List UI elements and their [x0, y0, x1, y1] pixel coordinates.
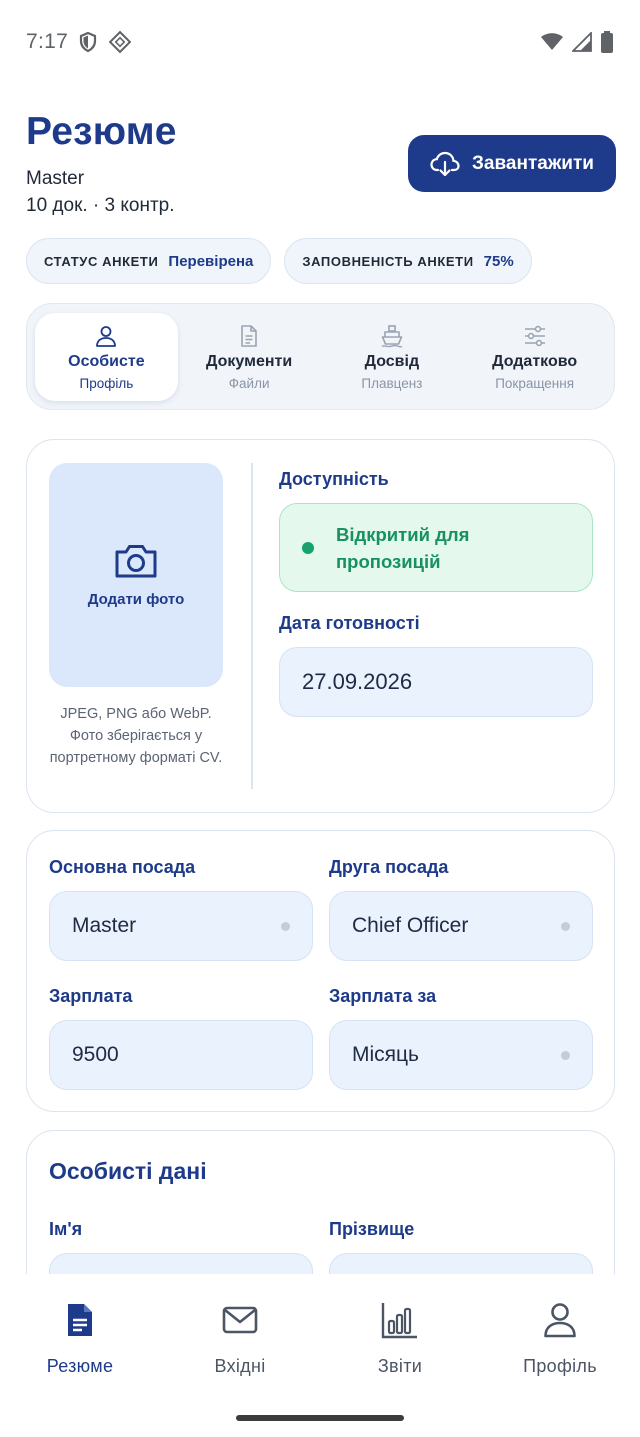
- tab-sub: Плавценз: [361, 375, 423, 391]
- tab-additional[interactable]: Додатково Покращення: [463, 313, 606, 401]
- availability-label: Доступність: [279, 469, 389, 489]
- second-position-label: Друга посада: [329, 857, 449, 877]
- nav-label: Резюме: [46, 1356, 114, 1376]
- nav-resume[interactable]: Резюме: [0, 1298, 160, 1377]
- home-indicator[interactable]: [236, 1415, 404, 1421]
- nav-label: Вхідні: [214, 1356, 266, 1376]
- dropdown-indicator-icon: [561, 1051, 570, 1060]
- dropdown-indicator-icon: [281, 922, 290, 931]
- first-name-label: Ім'я: [49, 1219, 83, 1239]
- tab-label: Додатково: [492, 352, 578, 370]
- nav-reports[interactable]: Звіти: [320, 1298, 480, 1377]
- tab-personal[interactable]: Особисте Профіль: [35, 312, 178, 401]
- photo-hint: JPEG, PNG або WebP. Фото зберігається у …: [49, 706, 223, 766]
- dropdown-indicator-icon: [561, 922, 570, 931]
- person-icon: [94, 323, 118, 349]
- bar-chart-icon: [381, 1298, 419, 1342]
- tab-label: Особисте: [68, 352, 145, 370]
- bottom-navigation: Резюме Вхідні Звіти Профіль: [0, 1274, 640, 1437]
- second-position-value: Chief Officer: [352, 914, 469, 937]
- ready-date-label: Дата готовності: [279, 613, 420, 633]
- nav-inbox[interactable]: Вхідні: [160, 1298, 320, 1377]
- mail-icon: [222, 1298, 258, 1342]
- position-card: Основна посада Друга посада Master Chief…: [26, 830, 615, 1112]
- salary-period-select[interactable]: Місяць: [329, 1020, 593, 1090]
- nav-profile[interactable]: Профіль: [480, 1298, 640, 1377]
- header-summary: 10 док. · 3 контр.: [26, 195, 175, 216]
- chip-value: Перевірена: [168, 252, 254, 270]
- chip-label: ЗАПОВНЕНІСТЬ АНКЕТИ: [302, 253, 474, 269]
- battery-icon: [600, 31, 614, 53]
- tab-sub: Профіль: [79, 375, 134, 391]
- tab-sub: Файли: [228, 375, 270, 391]
- add-photo-label: Додати фото: [87, 590, 185, 608]
- tab-sub: Покращення: [495, 375, 575, 391]
- main-position-label: Основна посада: [49, 857, 196, 877]
- ready-date-value: 27.09.2026: [302, 669, 413, 694]
- salary-label: Зарплата: [49, 986, 133, 1006]
- status-time: 7:17: [26, 30, 69, 53]
- camera-icon: [114, 543, 158, 579]
- download-button[interactable]: Завантажити: [408, 135, 616, 192]
- salary-period-label: Зарплата за: [329, 986, 437, 1006]
- salary-value: 9500: [72, 1043, 119, 1066]
- add-photo-button[interactable]: Додати фото: [49, 463, 223, 687]
- document-icon: [239, 323, 259, 349]
- personal-data-title: Особисті дані: [49, 1158, 207, 1184]
- header-rank: Master: [26, 168, 85, 189]
- main-position-value: Master: [72, 914, 137, 937]
- signal-icon: [572, 32, 592, 52]
- status-chip: СТАТУС АНКЕТИ Перевірена: [26, 238, 272, 284]
- tab-label: Досвід: [364, 352, 420, 370]
- profile-card: Додати фото JPEG, PNG або WebP. Фото збе…: [26, 439, 615, 813]
- completeness-chip: ЗАПОВНЕНІСТЬ АНКЕТИ 75%: [284, 238, 532, 284]
- tab-documents[interactable]: Документи Файли: [178, 313, 321, 401]
- profile-icon: [543, 1298, 577, 1342]
- wifi-icon: [540, 32, 564, 52]
- status-bar: 7:17: [0, 0, 640, 84]
- resume-icon: [65, 1298, 95, 1342]
- divider: [251, 463, 253, 789]
- second-position-select[interactable]: Chief Officer: [329, 891, 593, 961]
- availability-dot-icon: [302, 541, 314, 554]
- ship-icon: [380, 323, 404, 349]
- ready-date-input[interactable]: 27.09.2026: [279, 647, 593, 717]
- salary-input[interactable]: 9500: [49, 1020, 313, 1090]
- header: Резюме Master 10 док. · 3 контр. Заванта…: [26, 110, 616, 220]
- availability-toggle[interactable]: Відкритий для пропозицій: [279, 503, 593, 592]
- salary-period-value: Місяць: [352, 1043, 419, 1066]
- tab-label: Документи: [206, 352, 293, 370]
- sliders-icon: [523, 323, 547, 349]
- download-label: Завантажити: [472, 152, 594, 174]
- location-diamond-icon: [108, 30, 132, 54]
- nav-label: Профіль: [523, 1356, 597, 1376]
- cloud-download-icon: [430, 151, 460, 177]
- last-name-label: Прізвище: [329, 1219, 415, 1239]
- main-position-select[interactable]: Master: [49, 891, 313, 961]
- shield-icon: [78, 31, 98, 53]
- nav-label: Звіти: [377, 1356, 423, 1376]
- chip-value: 75%: [483, 252, 514, 270]
- tab-experience[interactable]: Досвід Плавценз: [321, 313, 464, 401]
- availability-status: Відкритий для пропозицій: [336, 523, 470, 572]
- status-chips: СТАТУС АНКЕТИ Перевірена ЗАПОВНЕНІСТЬ АН…: [26, 238, 532, 284]
- chip-label: СТАТУС АНКЕТИ: [44, 253, 159, 269]
- section-tabs: Особисте Профіль Документи Файли Досвід …: [26, 303, 615, 410]
